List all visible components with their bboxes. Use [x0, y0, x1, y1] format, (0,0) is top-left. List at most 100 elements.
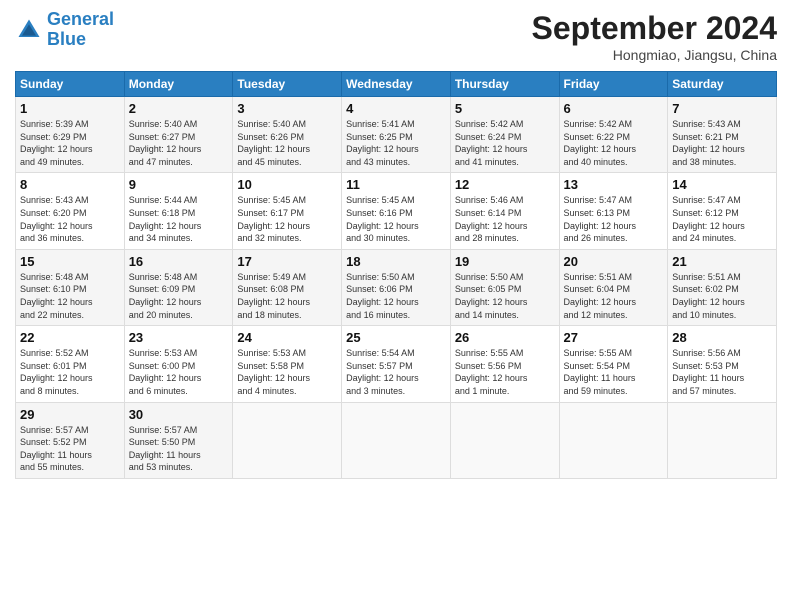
weekday-header-wednesday: Wednesday	[342, 72, 451, 97]
calendar-cell: 9 Sunrise: 5:44 AM Sunset: 6:18 PM Daylig…	[124, 173, 233, 249]
day-info: Sunrise: 5:53 AM Sunset: 5:58 PM Dayligh…	[237, 347, 337, 397]
day-info: Sunrise: 5:50 AM Sunset: 6:05 PM Dayligh…	[455, 271, 555, 321]
location: Hongmiao, Jiangsu, China	[532, 47, 777, 63]
day-info: Sunrise: 5:48 AM Sunset: 6:10 PM Dayligh…	[20, 271, 120, 321]
calendar-cell: 6 Sunrise: 5:42 AM Sunset: 6:22 PM Daylig…	[559, 97, 668, 173]
day-info: Sunrise: 5:39 AM Sunset: 6:29 PM Dayligh…	[20, 118, 120, 168]
calendar-cell: 23Sunrise: 5:53 AM Sunset: 6:00 PM Dayli…	[124, 326, 233, 402]
calendar-cell: 11 Sunrise: 5:45 AM Sunset: 6:16 PM Dayli…	[342, 173, 451, 249]
calendar-cell	[668, 402, 777, 478]
day-number: 11	[346, 177, 446, 192]
day-info: Sunrise: 5:40 AM Sunset: 6:26 PM Dayligh…	[237, 118, 337, 168]
day-number: 14	[672, 177, 772, 192]
title-block: September 2024 Hongmiao, Jiangsu, China	[532, 10, 777, 63]
calendar-cell: 21 Sunrise: 5:51 AM Sunset: 6:02 PM Dayli…	[668, 249, 777, 325]
day-number: 6	[564, 101, 664, 116]
weekday-header-friday: Friday	[559, 72, 668, 97]
day-number: 29	[20, 407, 120, 422]
calendar-cell: 1 Sunrise: 5:39 AM Sunset: 6:29 PM Daylig…	[16, 97, 125, 173]
weekday-header-sunday: Sunday	[16, 72, 125, 97]
day-info: Sunrise: 5:44 AM Sunset: 6:18 PM Dayligh…	[129, 194, 229, 244]
logo-icon	[15, 16, 43, 44]
calendar-cell: 2 Sunrise: 5:40 AM Sunset: 6:27 PM Daylig…	[124, 97, 233, 173]
calendar-week-3: 15 Sunrise: 5:48 AM Sunset: 6:10 PM Dayli…	[16, 249, 777, 325]
day-number: 28	[672, 330, 772, 345]
day-number: 22	[20, 330, 120, 345]
day-number: 5	[455, 101, 555, 116]
weekday-header-monday: Monday	[124, 72, 233, 97]
day-info: Sunrise: 5:42 AM Sunset: 6:24 PM Dayligh…	[455, 118, 555, 168]
calendar-cell: 15 Sunrise: 5:48 AM Sunset: 6:10 PM Dayli…	[16, 249, 125, 325]
day-info: Sunrise: 5:57 AM Sunset: 5:50 PM Dayligh…	[129, 424, 229, 474]
day-number: 24	[237, 330, 337, 345]
header: General Blue September 2024 Hongmiao, Ji…	[15, 10, 777, 63]
day-info: Sunrise: 5:47 AM Sunset: 6:13 PM Dayligh…	[564, 194, 664, 244]
calendar-cell: 4Sunrise: 5:41 AM Sunset: 6:25 PM Daylig…	[342, 97, 451, 173]
day-number: 25	[346, 330, 446, 345]
calendar-cell	[450, 402, 559, 478]
day-info: Sunrise: 5:48 AM Sunset: 6:09 PM Dayligh…	[129, 271, 229, 321]
logo: General Blue	[15, 10, 114, 50]
calendar-cell: 13 Sunrise: 5:47 AM Sunset: 6:13 PM Dayli…	[559, 173, 668, 249]
day-number: 19	[455, 254, 555, 269]
calendar-cell: 30 Sunrise: 5:57 AM Sunset: 5:50 PM Dayli…	[124, 402, 233, 478]
day-number: 9	[129, 177, 229, 192]
day-info: Sunrise: 5:45 AM Sunset: 6:16 PM Dayligh…	[346, 194, 446, 244]
calendar-cell: 22 Sunrise: 5:52 AM Sunset: 6:01 PM Dayli…	[16, 326, 125, 402]
day-number: 30	[129, 407, 229, 422]
day-info: Sunrise: 5:43 AM Sunset: 6:20 PM Dayligh…	[20, 194, 120, 244]
day-number: 10	[237, 177, 337, 192]
calendar-cell: 8 Sunrise: 5:43 AM Sunset: 6:20 PM Daylig…	[16, 173, 125, 249]
day-info: Sunrise: 5:54 AM Sunset: 5:57 PM Dayligh…	[346, 347, 446, 397]
day-number: 12	[455, 177, 555, 192]
day-info: Sunrise: 5:46 AM Sunset: 6:14 PM Dayligh…	[455, 194, 555, 244]
day-number: 27	[564, 330, 664, 345]
calendar-body: 1 Sunrise: 5:39 AM Sunset: 6:29 PM Daylig…	[16, 97, 777, 479]
day-number: 8	[20, 177, 120, 192]
day-number: 20	[564, 254, 664, 269]
day-info: Sunrise: 5:45 AM Sunset: 6:17 PM Dayligh…	[237, 194, 337, 244]
calendar-cell: 24 Sunrise: 5:53 AM Sunset: 5:58 PM Dayli…	[233, 326, 342, 402]
calendar-cell	[233, 402, 342, 478]
day-info: Sunrise: 5:50 AM Sunset: 6:06 PM Dayligh…	[346, 271, 446, 321]
day-number: 26	[455, 330, 555, 345]
day-info: Sunrise: 5:57 AM Sunset: 5:52 PM Dayligh…	[20, 424, 120, 474]
calendar-cell: 12 Sunrise: 5:46 AM Sunset: 6:14 PM Dayli…	[450, 173, 559, 249]
day-number: 18	[346, 254, 446, 269]
day-info: Sunrise: 5:42 AM Sunset: 6:22 PM Dayligh…	[564, 118, 664, 168]
day-info: Sunrise: 5:51 AM Sunset: 6:02 PM Dayligh…	[672, 271, 772, 321]
day-info: Sunrise: 5:55 AM Sunset: 5:54 PM Dayligh…	[564, 347, 664, 397]
calendar-cell: 3 Sunrise: 5:40 AM Sunset: 6:26 PM Daylig…	[233, 97, 342, 173]
calendar-cell: 14 Sunrise: 5:47 AM Sunset: 6:12 PM Dayli…	[668, 173, 777, 249]
weekday-header-thursday: Thursday	[450, 72, 559, 97]
day-info: Sunrise: 5:49 AM Sunset: 6:08 PM Dayligh…	[237, 271, 337, 321]
day-number: 1	[20, 101, 120, 116]
day-number: 3	[237, 101, 337, 116]
calendar-cell: 29 Sunrise: 5:57 AM Sunset: 5:52 PM Dayli…	[16, 402, 125, 478]
page-container: General Blue September 2024 Hongmiao, Ji…	[0, 0, 792, 489]
calendar-cell: 26Sunrise: 5:55 AM Sunset: 5:56 PM Dayli…	[450, 326, 559, 402]
calendar-week-1: 1 Sunrise: 5:39 AM Sunset: 6:29 PM Daylig…	[16, 97, 777, 173]
calendar-cell: 7Sunrise: 5:43 AM Sunset: 6:21 PM Daylig…	[668, 97, 777, 173]
day-info: Sunrise: 5:41 AM Sunset: 6:25 PM Dayligh…	[346, 118, 446, 168]
calendar-cell	[559, 402, 668, 478]
month-title: September 2024	[532, 10, 777, 47]
day-info: Sunrise: 5:47 AM Sunset: 6:12 PM Dayligh…	[672, 194, 772, 244]
day-number: 2	[129, 101, 229, 116]
day-number: 21	[672, 254, 772, 269]
calendar-week-5: 29 Sunrise: 5:57 AM Sunset: 5:52 PM Dayli…	[16, 402, 777, 478]
logo-line1: General	[47, 9, 114, 29]
calendar-week-4: 22 Sunrise: 5:52 AM Sunset: 6:01 PM Dayli…	[16, 326, 777, 402]
calendar-cell: 25 Sunrise: 5:54 AM Sunset: 5:57 PM Dayli…	[342, 326, 451, 402]
day-number: 16	[129, 254, 229, 269]
calendar-cell: 27 Sunrise: 5:55 AM Sunset: 5:54 PM Dayli…	[559, 326, 668, 402]
calendar-week-2: 8 Sunrise: 5:43 AM Sunset: 6:20 PM Daylig…	[16, 173, 777, 249]
day-number: 13	[564, 177, 664, 192]
day-info: Sunrise: 5:40 AM Sunset: 6:27 PM Dayligh…	[129, 118, 229, 168]
day-number: 15	[20, 254, 120, 269]
calendar-table: SundayMondayTuesdayWednesdayThursdayFrid…	[15, 71, 777, 479]
day-number: 17	[237, 254, 337, 269]
day-info: Sunrise: 5:52 AM Sunset: 6:01 PM Dayligh…	[20, 347, 120, 397]
calendar-cell: 5 Sunrise: 5:42 AM Sunset: 6:24 PM Daylig…	[450, 97, 559, 173]
calendar-cell: 19 Sunrise: 5:50 AM Sunset: 6:05 PM Dayli…	[450, 249, 559, 325]
